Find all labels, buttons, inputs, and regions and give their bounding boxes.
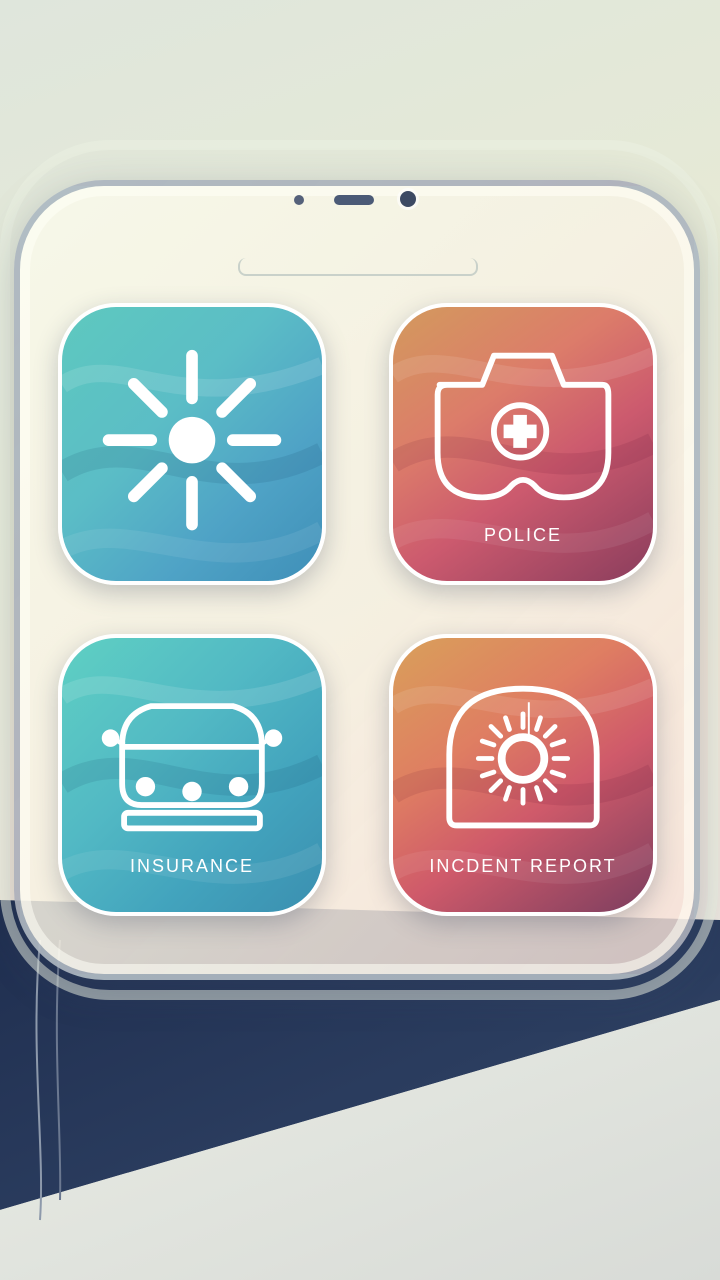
incident-report-label: INCDENT REPORT: [429, 856, 617, 876]
device-handle: [238, 258, 478, 276]
police-label: POLICE: [483, 525, 563, 545]
insurance-label: INSURANCE: [129, 856, 254, 876]
police-tile[interactable]: POLICE: [389, 303, 657, 585]
sensor-dot: [294, 195, 304, 205]
camera-lens: [400, 191, 416, 207]
speaker-grille: [334, 195, 374, 205]
sun-icon: [102, 349, 282, 531]
device-top-bar: [230, 185, 470, 215]
insurance-tile[interactable]: INSURANCE: [58, 634, 326, 916]
incident-report-tile[interactable]: INCDENT REPORT: [389, 634, 657, 916]
weather-tile[interactable]: [58, 303, 326, 585]
